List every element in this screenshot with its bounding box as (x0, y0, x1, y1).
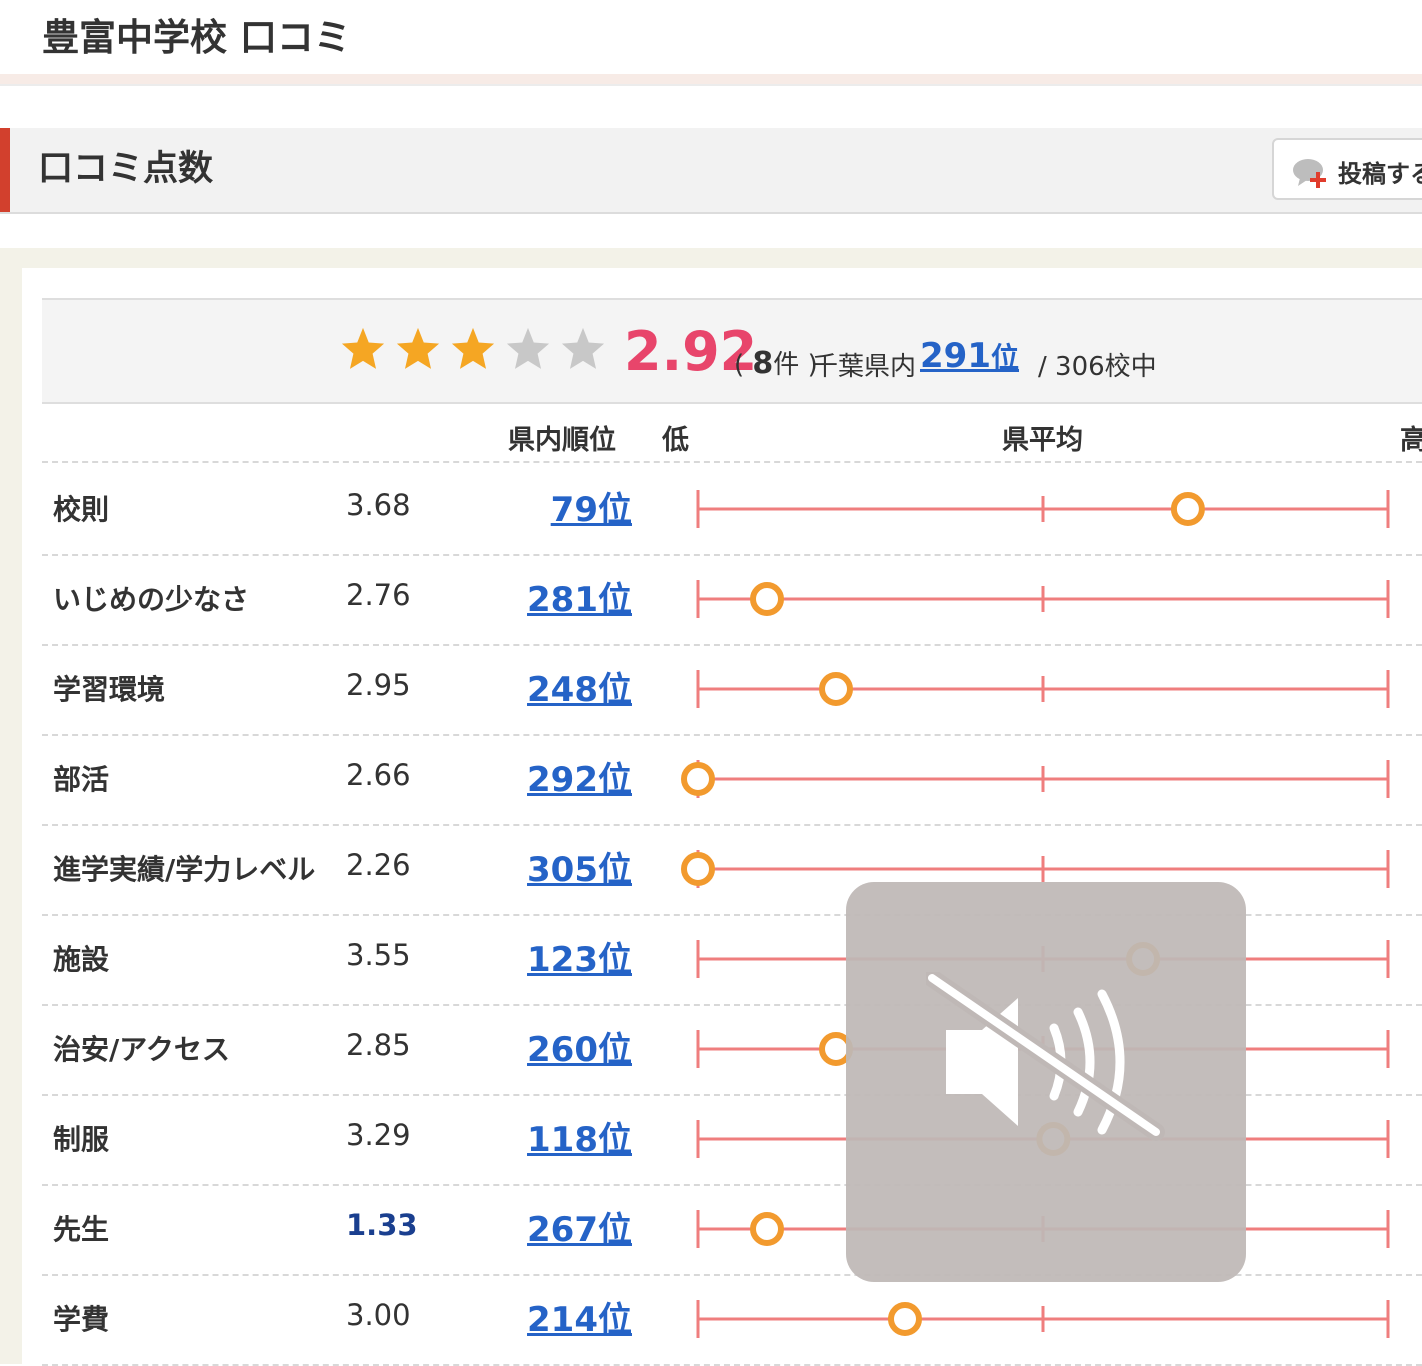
star-filled-icon (341, 327, 385, 369)
category-score: 2.26 (346, 848, 411, 882)
prefecture-total: / 306校中 (1038, 352, 1157, 382)
section-header: 口コミ点数 投稿する (0, 128, 1422, 214)
score-scale (696, 670, 1390, 708)
table-row: 校則 3.68 79位 (42, 464, 1422, 556)
section-title: 口コミ点数 (38, 149, 214, 189)
category-label: いじめの少なさ (53, 583, 250, 616)
category-score: 3.00 (346, 1298, 411, 1332)
speaker-muted-icon (926, 972, 1165, 1141)
category-rank-link[interactable]: 281位 (527, 572, 632, 621)
category-label: 学習環境 (53, 673, 166, 706)
category-rank-link[interactable]: 305位 (527, 842, 632, 891)
header-low: 低 (662, 425, 689, 456)
category-score: 2.66 (346, 758, 411, 792)
category-label: 治安/アクセス (53, 1033, 230, 1066)
category-rank-link[interactable]: 79位 (551, 482, 632, 531)
score-marker (750, 582, 784, 616)
category-score: 2.95 (346, 668, 411, 702)
score-scale (696, 490, 1390, 528)
table-row: 部活 2.66 292位 (42, 734, 1422, 826)
comment-add-icon (1293, 159, 1326, 188)
category-label: 進学実績/学力レベル (53, 853, 316, 886)
category-label: 施設 (53, 943, 110, 976)
category-score: 2.85 (346, 1028, 411, 1062)
category-score: 3.29 (346, 1118, 411, 1152)
header-rank: 県内順位 (508, 425, 616, 456)
category-rank-link[interactable]: 260位 (527, 1022, 632, 1071)
star-empty-icon (506, 327, 550, 369)
score-scale (696, 580, 1390, 618)
table-row: 学習環境 2.95 248位 (42, 644, 1422, 736)
category-score: 3.55 (346, 938, 411, 972)
score-scale (681, 760, 1390, 798)
score-marker (1170, 492, 1205, 526)
category-label: 学費 (53, 1303, 110, 1336)
category-score: 2.76 (346, 578, 411, 612)
category-rank-link[interactable]: 118位 (527, 1112, 632, 1161)
header-divider (42, 461, 1422, 463)
table-row: いじめの少なさ 2.76 281位 (42, 554, 1422, 646)
mute-overlay (846, 882, 1246, 1282)
category-rank-link[interactable]: 123位 (527, 932, 632, 981)
review-count: ( 8件 ) (734, 346, 818, 381)
score-marker (819, 672, 853, 706)
category-rank-link[interactable]: 292位 (527, 752, 632, 801)
star-filled-icon (396, 327, 440, 369)
header-average: 県平均 (1002, 425, 1083, 456)
category-label: 校則 (53, 493, 110, 526)
overall-summary: 2.92 ( 8件 ) 千葉県内 291位 / 306校中 (42, 298, 1422, 404)
category-label: 制服 (53, 1123, 110, 1156)
post-review-button[interactable]: 投稿する (1272, 138, 1422, 200)
category-rank-link[interactable]: 214位 (527, 1292, 632, 1341)
post-review-label: 投稿する (1338, 160, 1422, 188)
score-scale (696, 1300, 1390, 1338)
table-row: 学費 3.00 214位 (42, 1274, 1422, 1366)
page-title: 豊富中学校 口コミ (42, 16, 351, 59)
score-marker (681, 762, 715, 796)
category-score: 3.68 (346, 488, 411, 522)
score-marker (681, 852, 715, 886)
category-label: 先生 (53, 1213, 110, 1246)
header-high: 高 (1400, 425, 1422, 456)
category-rank-link[interactable]: 267位 (527, 1202, 632, 1251)
category-label: 部活 (53, 763, 110, 796)
category-score: 1.33 (346, 1208, 418, 1242)
star-empty-icon (561, 327, 605, 369)
prefecture-label: 千葉県内 (812, 352, 917, 382)
star-rating (340, 326, 615, 376)
prefecture-rank-link[interactable]: 291位 (920, 336, 1019, 376)
star-filled-icon (451, 327, 495, 369)
category-rank-link[interactable]: 248位 (527, 662, 632, 711)
section-accent-bar (0, 128, 10, 212)
score-marker (888, 1302, 922, 1336)
score-marker (750, 1212, 784, 1246)
title-divider (0, 74, 1422, 86)
